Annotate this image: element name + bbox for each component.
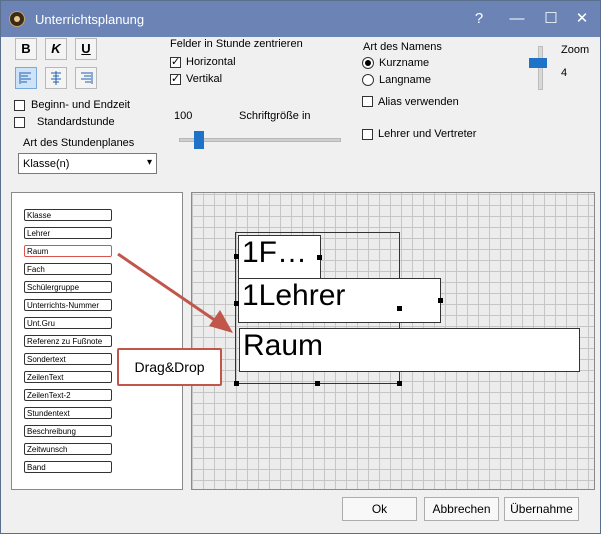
drag-drop-callout: Drag&Drop: [117, 348, 222, 386]
apply-button[interactable]: Übernahme: [504, 497, 579, 521]
dialog-window: Unterrichtsplanung ? — ☐ ✕ B K U Felder …: [0, 0, 601, 534]
ok-button[interactable]: Ok: [342, 497, 417, 521]
drag-arrow: [117, 252, 233, 333]
cancel-button[interactable]: Abbrechen: [424, 497, 499, 521]
